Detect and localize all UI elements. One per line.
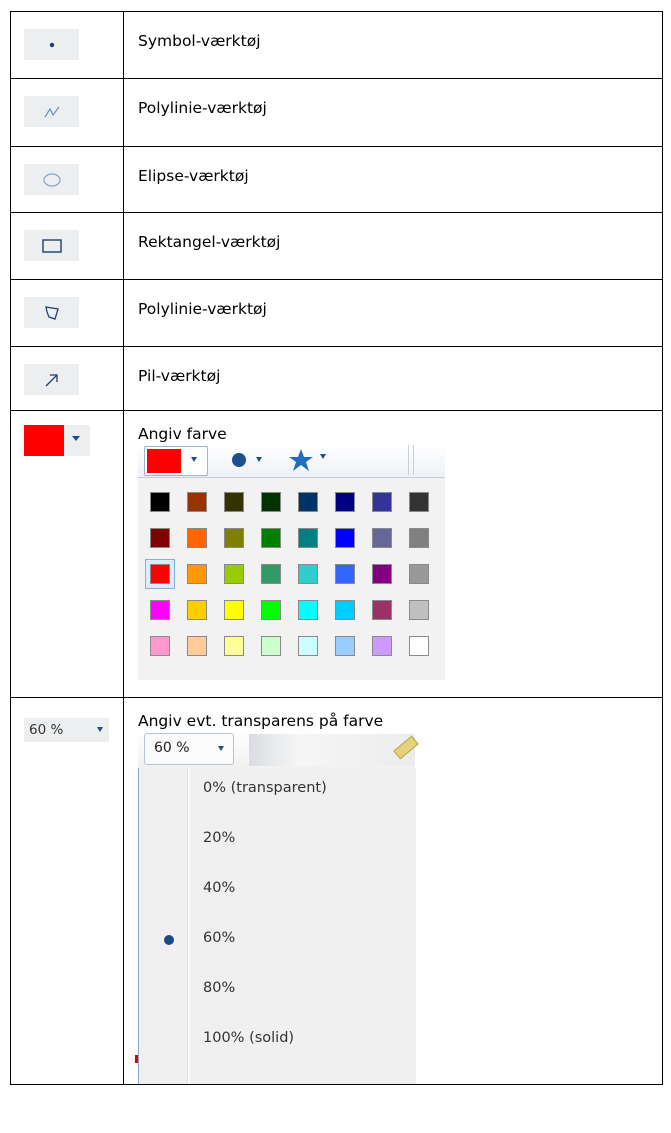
palette-swatch[interactable] — [150, 636, 170, 656]
color-palette — [138, 478, 445, 680]
tool-row: Elipse-værktøj — [10, 146, 663, 213]
color-toolbar-screenshot — [138, 443, 445, 478]
palette-swatch[interactable] — [335, 528, 355, 548]
chevron-down-icon — [72, 436, 80, 441]
transparency-dropdown-list: 0% (transparent) 20% 40% 60% 80% 100% (solid) — [135, 768, 416, 1084]
color-dropdown-button[interactable] — [144, 446, 208, 476]
tool-label: Polylinie-værktøj — [138, 300, 267, 318]
tool-row: Polylinie-værktøj — [10, 279, 663, 347]
palette-swatch[interactable] — [335, 600, 355, 620]
palette-swatch[interactable] — [409, 492, 429, 512]
transparency-dropdown-button[interactable]: 60 % — [144, 733, 234, 765]
transparency-button[interactable]: 60 % — [24, 718, 109, 742]
tool-row: Rektangel-værktøj — [10, 212, 663, 280]
tool-table: Symbol-værktøj Polylinie-værktøj Elipse-… — [10, 11, 663, 1085]
palette-swatch[interactable] — [409, 528, 429, 548]
color-row-label: Angiv farve — [138, 425, 227, 443]
palette-swatch[interactable] — [224, 528, 244, 548]
palette-swatch[interactable] — [409, 636, 429, 656]
tool-label: Symbol-værktøj — [138, 32, 261, 50]
palette-swatch[interactable] — [335, 564, 355, 584]
palette-swatch[interactable] — [409, 564, 429, 584]
palette-swatch[interactable] — [298, 636, 318, 656]
tool-label: Pil-værktøj — [138, 367, 221, 385]
palette-swatch[interactable] — [261, 636, 281, 656]
tool-label: Polylinie-værktøj — [138, 99, 267, 117]
palette-swatch[interactable] — [261, 600, 281, 620]
transparency-row-label: Angiv evt. transparens på farve — [138, 712, 384, 730]
palette-swatch[interactable] — [372, 564, 392, 584]
palette-swatch[interactable] — [298, 600, 318, 620]
ellipse-icon[interactable] — [24, 164, 79, 195]
arrow-icon[interactable] — [24, 364, 79, 395]
palette-swatch[interactable] — [298, 492, 318, 512]
chevron-down-icon — [191, 457, 197, 462]
transparency-option[interactable]: 40% — [203, 880, 235, 896]
chevron-down-icon — [320, 454, 326, 459]
polygon-icon[interactable] — [24, 297, 79, 328]
palette-swatch[interactable] — [298, 528, 318, 548]
palette-swatch[interactable] — [261, 564, 281, 584]
palette-swatch[interactable] — [187, 636, 207, 656]
palette-swatch[interactable] — [372, 492, 392, 512]
transparency-option[interactable]: 100% (solid) — [203, 1030, 294, 1046]
palette-swatch[interactable] — [409, 600, 429, 620]
tool-row: Symbol-værktøj — [10, 11, 663, 79]
palette-swatch[interactable] — [372, 636, 392, 656]
palette-swatch[interactable] — [298, 564, 318, 584]
palette-swatch[interactable] — [224, 564, 244, 584]
palette-swatch[interactable] — [187, 600, 207, 620]
palette-swatch[interactable] — [150, 600, 170, 620]
transparency-option[interactable]: 80% — [203, 980, 235, 996]
chevron-down-icon — [97, 727, 103, 732]
tool-row: Pil-værktøj — [10, 346, 663, 411]
symbol-circle-icon[interactable] — [230, 451, 248, 469]
color-picker-button[interactable] — [24, 425, 90, 456]
palette-swatch[interactable] — [150, 528, 170, 548]
palette-swatch[interactable] — [335, 636, 355, 656]
transparency-row: 60 % Angiv evt. transparens på farve 60 … — [10, 697, 663, 1085]
chevron-down-icon — [256, 457, 262, 462]
chevron-down-icon — [218, 746, 224, 751]
palette-swatch[interactable] — [187, 564, 207, 584]
transparency-option[interactable]: 20% — [203, 830, 235, 846]
star-icon[interactable] — [288, 448, 314, 472]
palette-swatch[interactable] — [261, 492, 281, 512]
selected-color-swatch — [24, 425, 64, 456]
tool-label: Rektangel-værktøj — [138, 233, 281, 251]
palette-swatch[interactable] — [150, 564, 170, 584]
dot-symbol-icon[interactable] — [24, 29, 79, 60]
transparency-option[interactable]: 60% — [203, 930, 235, 946]
palette-swatch[interactable] — [224, 600, 244, 620]
transparency-option[interactable]: 0% (transparent) — [203, 780, 327, 796]
rectangle-icon[interactable] — [24, 230, 79, 261]
palette-swatch[interactable] — [224, 636, 244, 656]
transparency-toolbar-screenshot: 60 % — [138, 730, 419, 768]
polyline-icon[interactable] — [24, 96, 79, 127]
palette-swatch[interactable] — [372, 528, 392, 548]
palette-swatch[interactable] — [372, 600, 392, 620]
color-row: Angiv farve — [10, 410, 663, 698]
palette-swatch[interactable] — [187, 492, 207, 512]
selected-dot-icon — [164, 935, 174, 945]
tool-row: Polylinie-værktøj — [10, 78, 663, 147]
tool-label: Elipse-værktøj — [138, 167, 249, 185]
palette-swatch[interactable] — [187, 528, 207, 548]
palette-swatch[interactable] — [224, 492, 244, 512]
palette-swatch[interactable] — [335, 492, 355, 512]
palette-swatch[interactable] — [150, 492, 170, 512]
palette-swatch[interactable] — [261, 528, 281, 548]
